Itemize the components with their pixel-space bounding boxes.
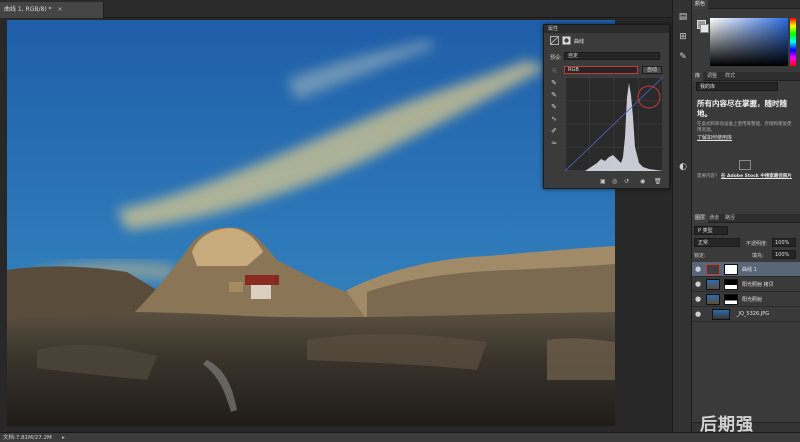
watermark-logo: 后期强 bbox=[700, 415, 754, 435]
reset-icon[interactable]: ↺ bbox=[624, 178, 629, 185]
panel-icon-strip: ▤ ⊞ ✎ ◐ bbox=[672, 0, 692, 432]
channel-value: RGB bbox=[568, 67, 579, 73]
tab-channels[interactable]: 通道 bbox=[706, 214, 722, 223]
blend-mode-dropdown[interactable]: 正常 bbox=[694, 238, 740, 247]
gray-eyedropper-icon[interactable]: ✎ bbox=[549, 89, 559, 101]
opacity-input[interactable]: 100% bbox=[772, 238, 796, 247]
properties-panel[interactable]: 属性 曲线 预设: 自定 RGB 自动 ☟ ✎ ✎ ✎ ∿ ✐ ≈ ▣ ◎ ↺ … bbox=[543, 24, 670, 189]
eye-icon[interactable]: ● bbox=[695, 296, 702, 303]
properties-panel-title[interactable]: 属性 bbox=[544, 25, 669, 33]
white-eyedropper-icon[interactable]: ✎ bbox=[549, 101, 559, 113]
library-description: 在桌式和移动设备上使用库整理、存储和重复使用资源。 bbox=[697, 122, 792, 133]
view-previous-icon[interactable]: ◎ bbox=[612, 178, 617, 185]
layer-name: 阳光照射 拷贝 bbox=[742, 282, 774, 288]
fill-label: 填充: bbox=[752, 253, 764, 259]
eye-icon[interactable]: ● bbox=[695, 281, 702, 288]
tab-libraries[interactable]: 库 bbox=[692, 72, 704, 81]
status-menu-icon[interactable]: ▸ bbox=[62, 433, 65, 442]
tab-adjustments[interactable]: 调整 bbox=[704, 72, 720, 81]
color-panel-tabs: 颜色 bbox=[692, 0, 800, 9]
eye-icon[interactable]: ● bbox=[695, 266, 702, 273]
layer-row-background[interactable]: ● _JQ_5326.JPG bbox=[692, 307, 800, 322]
document-tab[interactable]: 曲线 1, RGB/8) * × bbox=[0, 2, 104, 18]
library-heading: 所有内容尽在掌握，随时随地。 bbox=[697, 99, 787, 118]
smooth-icon[interactable]: ≈ bbox=[549, 137, 559, 149]
layer-filter-dropdown[interactable]: P 类型 bbox=[694, 226, 728, 235]
document-info: 文档:7.81M/27.2M bbox=[3, 435, 52, 441]
layer-mask-thumbnail[interactable] bbox=[724, 294, 738, 305]
channel-dropdown[interactable]: RGB bbox=[564, 66, 638, 74]
properties-icon[interactable]: ⊞ bbox=[676, 30, 690, 44]
layer-mask-thumbnail[interactable] bbox=[724, 264, 738, 275]
hue-slider[interactable] bbox=[790, 18, 796, 66]
visibility-eye-icon[interactable]: ◉ bbox=[640, 178, 645, 185]
layer-thumbnail bbox=[706, 279, 720, 290]
mask-icon[interactable] bbox=[562, 36, 571, 45]
library-dropdown[interactable]: 我的库 bbox=[696, 82, 778, 91]
layer-thumbnail bbox=[712, 309, 730, 320]
document-tab-title: 曲线 1, RGB/8) * bbox=[4, 6, 52, 13]
layer-name: _JQ_5326.JPG bbox=[736, 311, 770, 317]
layers-panel-tabs: 图层 通道 路径 bbox=[692, 214, 800, 223]
preset-label: 预设: bbox=[550, 55, 562, 61]
curves-layer-icon bbox=[706, 264, 720, 275]
curve-tools: ☟ ✎ ✎ ✎ ∿ ✐ ≈ bbox=[549, 65, 559, 149]
close-icon[interactable]: × bbox=[57, 6, 62, 13]
curves-adjustment-icon bbox=[550, 36, 559, 45]
library-icon bbox=[739, 160, 751, 170]
layer-thumbnail bbox=[706, 294, 720, 305]
library-panel-tabs: 库 调整 样式 bbox=[692, 72, 800, 81]
adobe-stock-link[interactable]: 在 Adobe Stock 中搜索最佳照片 bbox=[721, 174, 792, 179]
background-swatch[interactable] bbox=[700, 24, 709, 33]
black-eyedropper-icon[interactable]: ✎ bbox=[549, 77, 559, 89]
fill-input[interactable]: 100% bbox=[772, 250, 796, 259]
layer-name: 曲线 1 bbox=[742, 267, 757, 273]
photo-illustration bbox=[7, 20, 615, 426]
right-panel-dock: 颜色 库 调整 样式 我的库 所有内容尽在掌握，随时随地。 在桌式和移动设备上使… bbox=[692, 0, 800, 432]
layer-mask-thumbnail[interactable] bbox=[724, 279, 738, 290]
lock-label: 锁定: bbox=[694, 253, 706, 259]
adjustments-icon[interactable]: ◐ bbox=[676, 160, 690, 174]
preset-dropdown[interactable]: 自定 bbox=[564, 52, 660, 60]
properties-footer: ▣ ◎ ↺ ◉ 🗑 bbox=[544, 177, 669, 188]
tab-styles[interactable]: 样式 bbox=[722, 72, 738, 81]
tab-paths[interactable]: 路径 bbox=[722, 214, 738, 223]
color-picker-field[interactable] bbox=[710, 18, 788, 66]
pencil-icon[interactable]: ✐ bbox=[549, 125, 559, 137]
history-icon[interactable]: ▤ bbox=[676, 10, 690, 24]
eye-icon[interactable]: ● bbox=[695, 311, 702, 318]
hand-adjust-icon[interactable]: ☟ bbox=[549, 65, 559, 77]
layer-row-curves[interactable]: ● 曲线 1 bbox=[692, 262, 800, 277]
document-tab-bar: 曲线 1, RGB/8) * × bbox=[0, 0, 672, 18]
library-learn-link[interactable]: 了解如何使用库 bbox=[697, 134, 732, 141]
brush-icon[interactable]: ✎ bbox=[676, 50, 690, 64]
layer-row-sunlight[interactable]: ● 阳光照射 bbox=[692, 292, 800, 307]
opacity-label: 不透明度: bbox=[746, 241, 768, 247]
library-footer-prefix: 需要内容？ bbox=[697, 174, 720, 179]
status-bar: 文档:7.81M/27.2M ▸ bbox=[0, 432, 800, 442]
library-footer: 需要内容？ 在 Adobe Stock 中搜索最佳照片 bbox=[697, 174, 797, 180]
curves-graph[interactable] bbox=[565, 77, 663, 171]
layer-name: 阳光照射 bbox=[742, 297, 763, 303]
adjustment-name: 曲线 bbox=[574, 39, 585, 45]
trash-icon[interactable]: 🗑 bbox=[654, 178, 662, 185]
tab-color[interactable]: 颜色 bbox=[692, 0, 709, 9]
auto-button[interactable]: 自动 bbox=[642, 66, 662, 74]
layer-row-sunlight-copy[interactable]: ● 阳光照射 拷贝 bbox=[692, 277, 800, 292]
landscape-photo[interactable] bbox=[7, 20, 615, 426]
clip-icon[interactable]: ▣ bbox=[600, 178, 606, 185]
curve-point-icon[interactable]: ∿ bbox=[549, 113, 559, 125]
